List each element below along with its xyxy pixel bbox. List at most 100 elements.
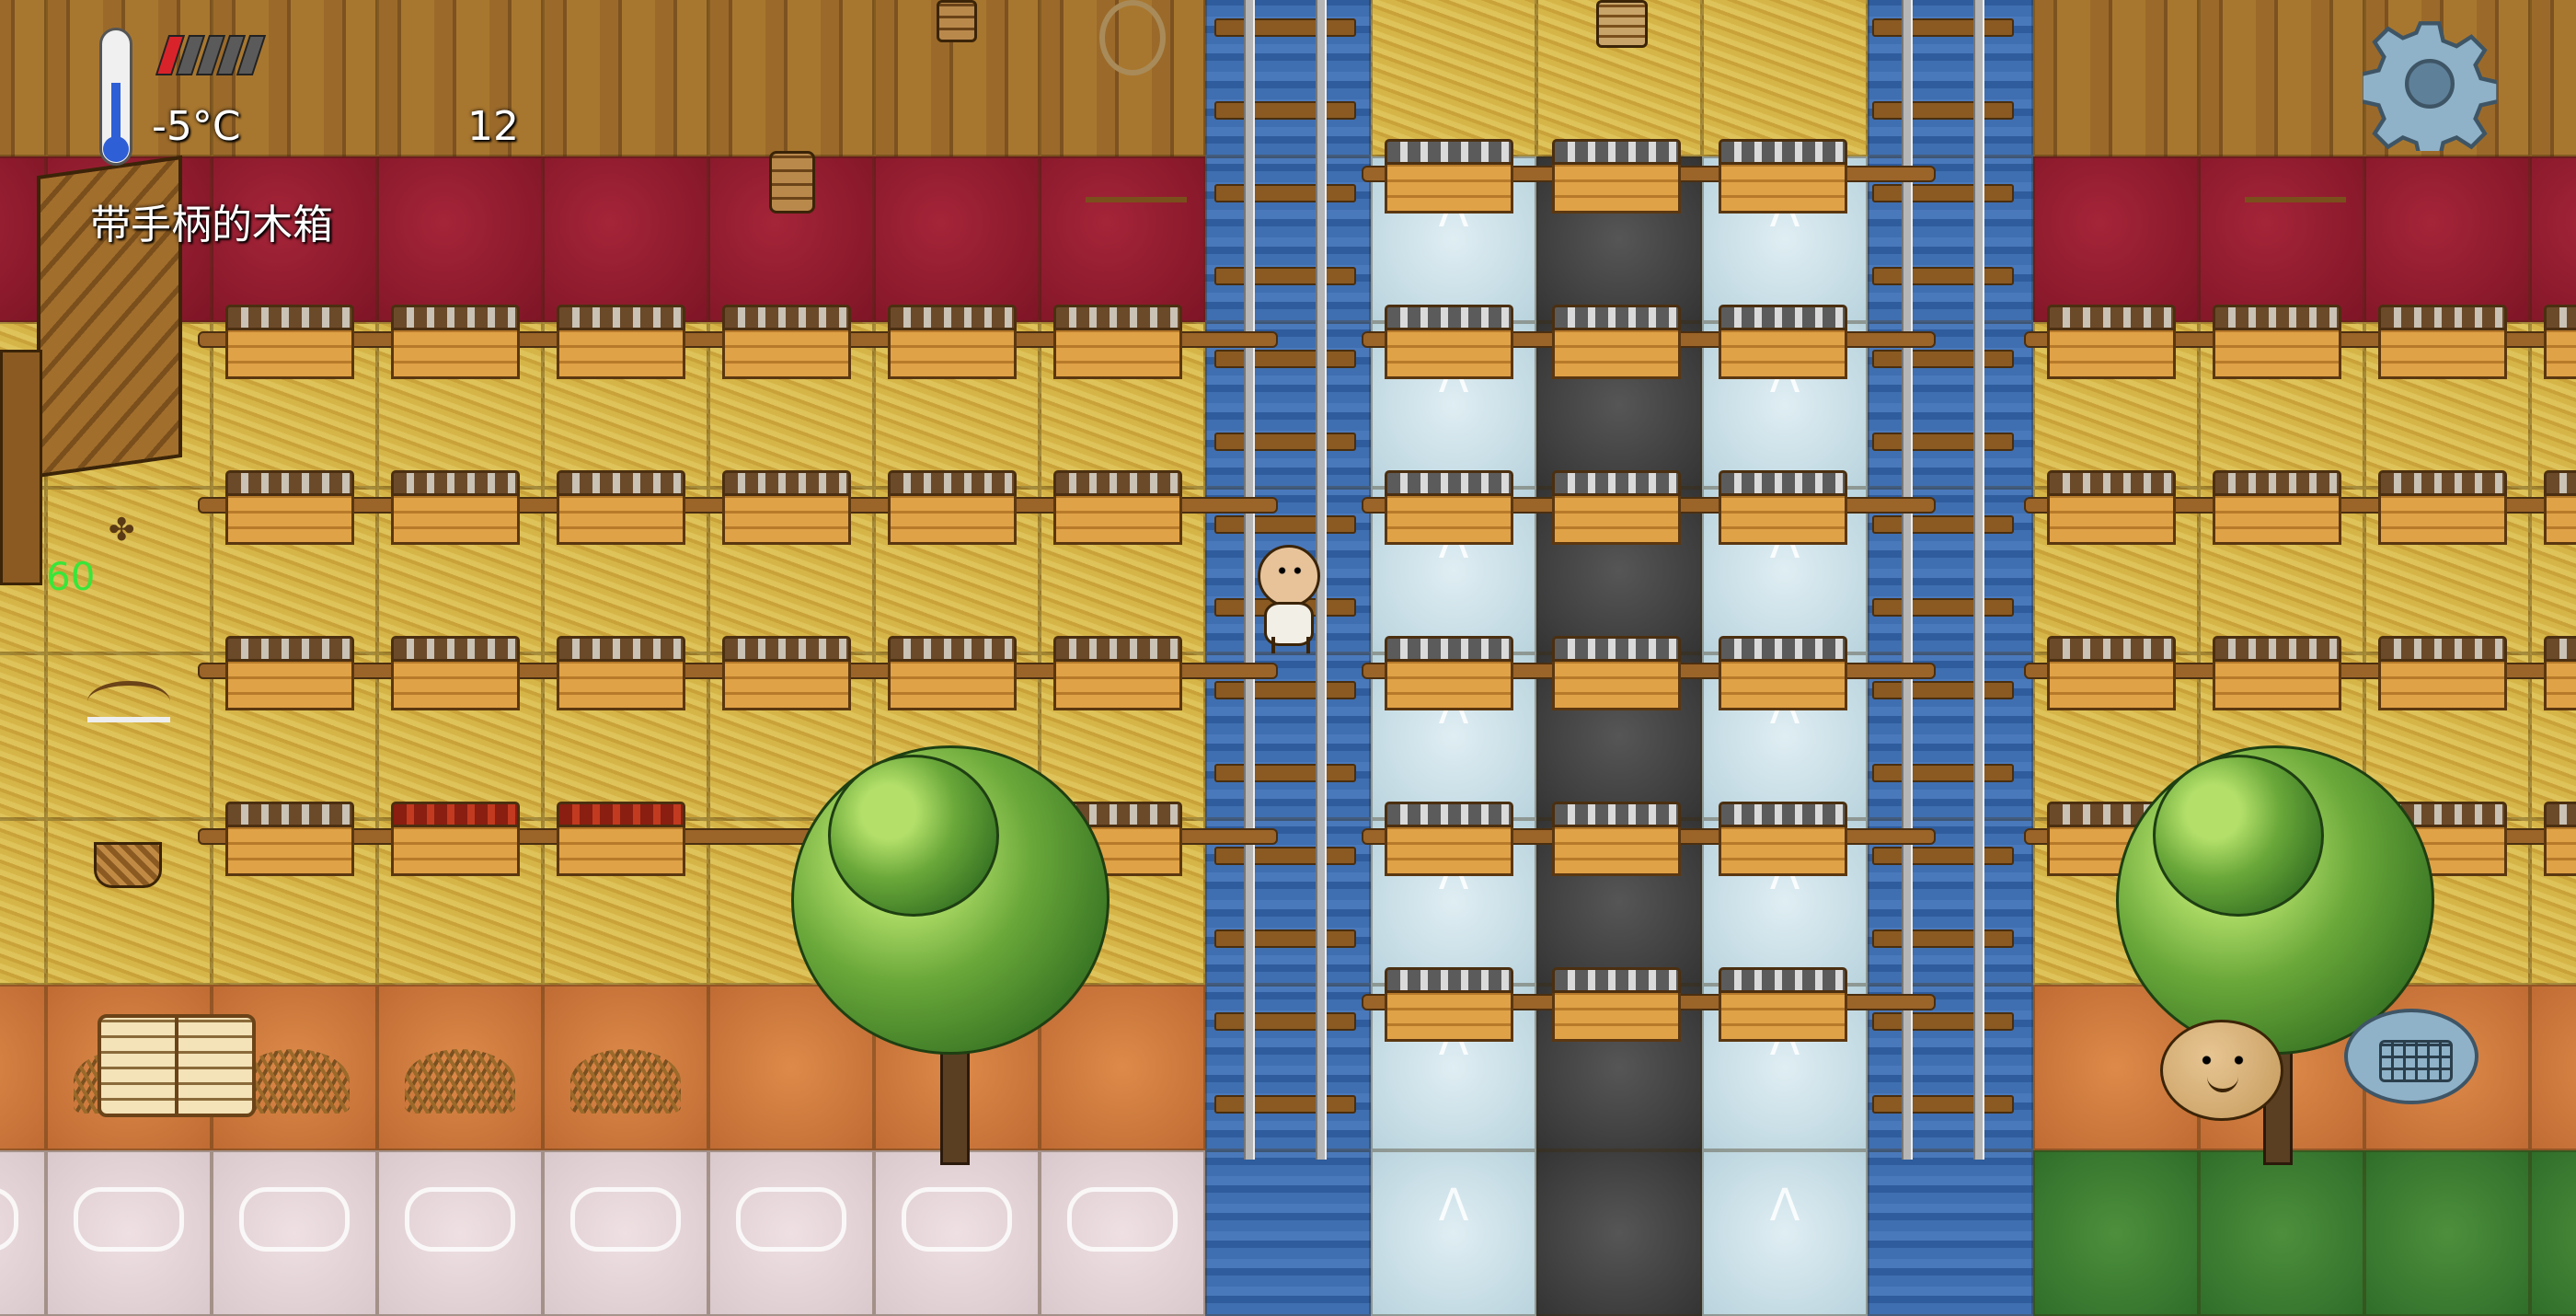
wooden-crate[interactable] bbox=[1552, 802, 1681, 876]
face-eyes bbox=[2200, 1056, 2246, 1065]
wooden-crate[interactable] bbox=[722, 470, 851, 545]
open-book-icon bbox=[98, 1014, 256, 1117]
wooden-crate[interactable] bbox=[557, 802, 685, 876]
wooden-crate[interactable] bbox=[2544, 636, 2576, 710]
recipe-book-button[interactable] bbox=[98, 1014, 256, 1117]
wooden-crate[interactable] bbox=[557, 305, 685, 379]
track-tie bbox=[1214, 101, 1356, 120]
sprout-icon: ✤ bbox=[109, 512, 135, 548]
crate-contents bbox=[557, 802, 685, 827]
track-tie bbox=[1214, 1012, 1356, 1031]
track-tie bbox=[1872, 515, 2014, 534]
wooden-crate[interactable] bbox=[1552, 305, 1681, 379]
wooden-crate[interactable] bbox=[391, 470, 520, 545]
wooden-crate[interactable] bbox=[1385, 139, 1513, 214]
counter-label: 12 bbox=[467, 103, 519, 150]
wooden-crate[interactable] bbox=[888, 305, 1017, 379]
wooden-crate[interactable] bbox=[1719, 802, 1847, 876]
chat-button[interactable] bbox=[2344, 1009, 2482, 1119]
floor-tile-red bbox=[2033, 156, 2199, 322]
crate-contents bbox=[1552, 139, 1681, 165]
floor-tile-red bbox=[874, 156, 1040, 322]
player-character[interactable] bbox=[1253, 545, 1320, 655]
kindling-pile bbox=[405, 1049, 515, 1114]
track-tie bbox=[1872, 267, 2014, 285]
track-tie bbox=[1214, 350, 1356, 368]
wooden-crate[interactable] bbox=[1385, 470, 1513, 545]
wooden-crate[interactable] bbox=[1552, 139, 1681, 214]
kindling-pile bbox=[239, 1049, 350, 1114]
wooden-crate[interactable] bbox=[2047, 470, 2176, 545]
wooden-crate[interactable] bbox=[1385, 636, 1513, 710]
wooden-crate[interactable] bbox=[391, 802, 520, 876]
wooden-crate[interactable] bbox=[2378, 305, 2507, 379]
wooden-crate[interactable] bbox=[2213, 305, 2341, 379]
floor-tile-straw bbox=[1371, 0, 1536, 156]
wooden-crate[interactable] bbox=[557, 470, 685, 545]
wooden-crate[interactable] bbox=[722, 305, 851, 379]
crate-contents bbox=[888, 636, 1017, 662]
wooden-crate[interactable] bbox=[2378, 470, 2507, 545]
wooden-crate[interactable] bbox=[1719, 470, 1847, 545]
basket-icon bbox=[94, 842, 162, 888]
wooden-crate[interactable] bbox=[1552, 470, 1681, 545]
wooden-crate[interactable] bbox=[2213, 470, 2341, 545]
wooden-crate[interactable] bbox=[391, 636, 520, 710]
wooden-crate[interactable] bbox=[2544, 470, 2576, 545]
wooden-crate[interactable] bbox=[1385, 802, 1513, 876]
wooden-crate[interactable] bbox=[1719, 967, 1847, 1042]
player-eyes bbox=[1277, 567, 1303, 574]
health-bar bbox=[155, 35, 272, 75]
wooden-crate[interactable] bbox=[391, 305, 520, 379]
emote-button[interactable] bbox=[2160, 1020, 2283, 1121]
wooden-crate[interactable] bbox=[2047, 636, 2176, 710]
wooden-crate[interactable] bbox=[1719, 139, 1847, 214]
wooden-crate[interactable] bbox=[1385, 305, 1513, 379]
crate-contents bbox=[1385, 802, 1513, 827]
floor-tile-red bbox=[2530, 156, 2576, 322]
crate-contents bbox=[1385, 636, 1513, 662]
wooden-crate[interactable] bbox=[1719, 636, 1847, 710]
crate-contents bbox=[2544, 802, 2576, 827]
wooden-crate[interactable] bbox=[1385, 967, 1513, 1042]
floor-tile-straw bbox=[1702, 0, 1868, 156]
barrel-icon bbox=[769, 151, 815, 214]
wooden-crate[interactable] bbox=[2213, 636, 2341, 710]
wooden-crate[interactable] bbox=[1719, 305, 1847, 379]
wooden-crate[interactable] bbox=[1552, 636, 1681, 710]
wooden-crate[interactable] bbox=[888, 636, 1017, 710]
wooden-crate[interactable] bbox=[225, 802, 354, 876]
wooden-crate[interactable] bbox=[2047, 305, 2176, 379]
wooden-crate[interactable] bbox=[2378, 636, 2507, 710]
wooden-crate[interactable] bbox=[225, 470, 354, 545]
wooden-crate[interactable] bbox=[225, 636, 354, 710]
wooden-crate[interactable] bbox=[1053, 636, 1182, 710]
floor-tile-blue bbox=[1868, 1150, 2033, 1316]
wooden-crate[interactable] bbox=[2544, 305, 2576, 379]
character-face-icon bbox=[2160, 1020, 2283, 1121]
wooden-crate[interactable] bbox=[2544, 802, 2576, 876]
wooden-crate[interactable] bbox=[1053, 470, 1182, 545]
crate-contents bbox=[722, 470, 851, 496]
wooden-crate[interactable] bbox=[225, 305, 354, 379]
player-legs bbox=[1271, 637, 1310, 653]
wooden-crate[interactable] bbox=[1552, 967, 1681, 1042]
floor-tile-blue bbox=[1205, 1150, 1371, 1316]
floor-tile-wood bbox=[0, 0, 46, 156]
wooden-crate[interactable] bbox=[1053, 305, 1182, 379]
crate-contents bbox=[1385, 305, 1513, 330]
track-tie bbox=[1872, 18, 2014, 37]
crate-contents bbox=[557, 305, 685, 330]
wooden-post bbox=[0, 350, 42, 585]
rug-pattern bbox=[74, 1187, 184, 1252]
wooden-crate[interactable] bbox=[888, 470, 1017, 545]
wooden-crate[interactable] bbox=[557, 636, 685, 710]
floor-tile-orange bbox=[2530, 985, 2576, 1150]
wooden-crate[interactable] bbox=[722, 636, 851, 710]
crate-contents bbox=[1552, 802, 1681, 827]
floor-tile-straw bbox=[46, 653, 212, 819]
floor-tile-red bbox=[2364, 156, 2530, 322]
game-world[interactable]: ɅɅɅɅɅɅɅɅɅɅɅɅɅɅ ✤ bbox=[0, 0, 2576, 1316]
settings-button[interactable] bbox=[2359, 17, 2501, 163]
crate-contents bbox=[1719, 139, 1847, 165]
